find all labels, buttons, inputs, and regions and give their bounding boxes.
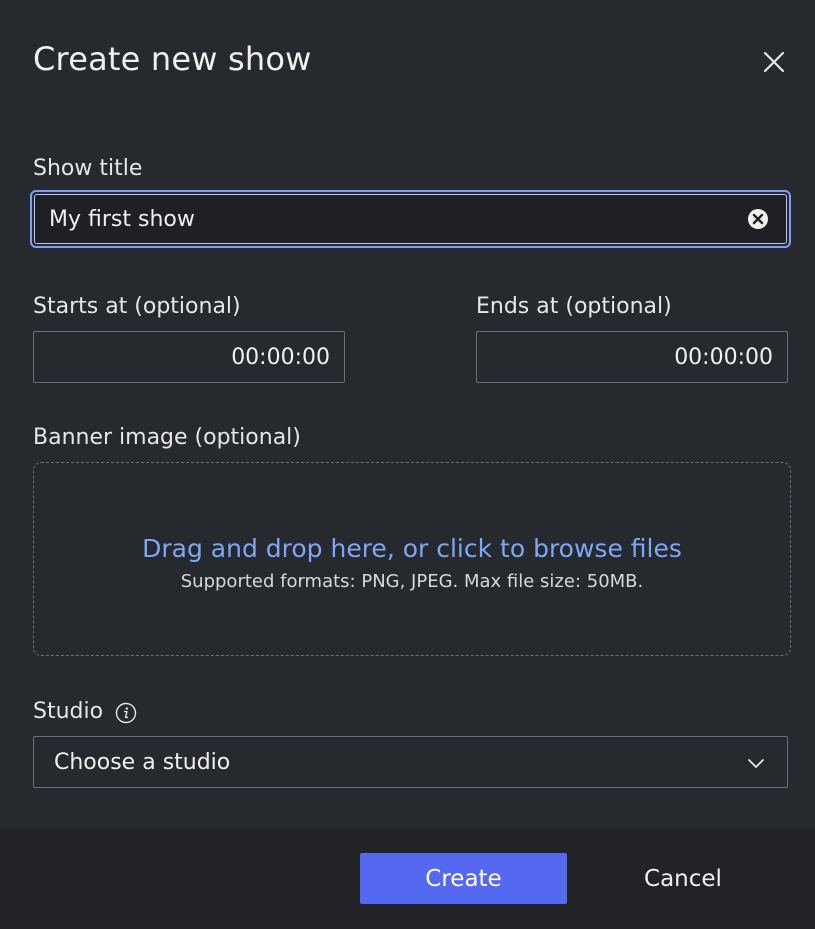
ends-at-input[interactable]: 00:00:00: [476, 331, 788, 383]
close-button[interactable]: [756, 44, 792, 80]
show-title-field: [30, 190, 791, 248]
show-title-label: Show title: [33, 156, 143, 181]
banner-image-label: Banner image (optional): [33, 425, 301, 450]
browse-files-link[interactable]: Drag and drop here, or click to browse f…: [142, 534, 682, 563]
supported-formats-hint: Supported formats: PNG, JPEG. Max file s…: [180, 571, 644, 592]
studio-label: Studio: [33, 699, 104, 724]
show-title-input[interactable]: [35, 206, 746, 232]
starts-at-label: Starts at (optional): [33, 294, 241, 319]
cancel-button[interactable]: Cancel: [610, 853, 756, 904]
banner-dropzone[interactable]: Drag and drop here, or click to browse f…: [33, 462, 791, 656]
show-title-field-inner: [34, 194, 787, 244]
close-icon: [763, 51, 785, 73]
starts-at-input[interactable]: 00:00:00: [33, 331, 345, 383]
studio-select-value: Choose a studio: [54, 749, 231, 775]
dialog-title: Create new show: [33, 40, 312, 78]
chevron-down-icon: [748, 759, 764, 768]
clear-circle-x-icon[interactable]: [746, 207, 770, 231]
create-show-dialog: Create new show Show title Starts at (op…: [0, 0, 815, 929]
create-button[interactable]: Create: [360, 853, 567, 904]
info-icon[interactable]: [115, 702, 137, 724]
studio-select[interactable]: Choose a studio: [33, 736, 788, 788]
ends-at-label: Ends at (optional): [476, 294, 672, 319]
